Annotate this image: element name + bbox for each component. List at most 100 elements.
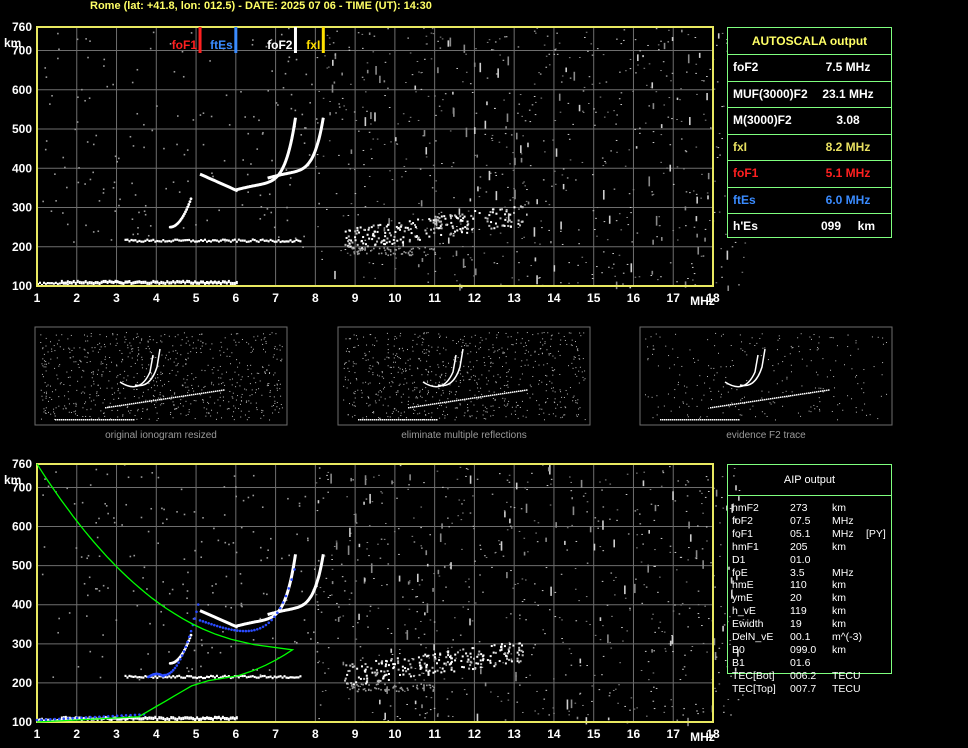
- thumbnail-dot: [272, 412, 274, 414]
- trace-dot: [140, 240, 143, 243]
- noise-dot: [560, 230, 562, 232]
- thumbnail-dot: [431, 412, 433, 414]
- trace-dot: [364, 249, 366, 251]
- noise-dot: [328, 140, 331, 142]
- noise-dot: [687, 34, 690, 36]
- thumbnail-dot: [455, 380, 457, 382]
- thumbnail-dot: [488, 395, 490, 397]
- noise-dot: [611, 267, 614, 269]
- trace-dot: [233, 281, 236, 286]
- noise-dot: [378, 474, 380, 476]
- trace-dot: [162, 239, 165, 242]
- thumbnail-dot: [113, 398, 115, 400]
- noise-dot: [626, 473, 629, 475]
- thumbnail-dot: [407, 359, 409, 361]
- y-tick-label: 100: [12, 715, 32, 729]
- noise-dot: [439, 257, 441, 259]
- noise-dot: [654, 631, 656, 633]
- thumbnail-dot: [494, 398, 496, 400]
- thumbnail-dot: [514, 410, 516, 412]
- trace-dot: [189, 197, 193, 201]
- thumbnail-dot: [147, 345, 149, 347]
- noise-dot: [647, 564, 649, 573]
- trace-dot: [68, 281, 71, 285]
- thumbnail-dot: [239, 362, 241, 364]
- noise-dot: [702, 711, 705, 713]
- trace-dot: [375, 687, 378, 690]
- thumbnail-dot: [818, 342, 820, 344]
- thumbnail-dot: [246, 341, 248, 343]
- aip-trace-dot: [175, 664, 179, 667]
- noise-dot: [86, 141, 89, 143]
- noise-dot: [701, 173, 703, 175]
- noise-dot: [377, 607, 380, 609]
- trace-dot: [174, 676, 177, 679]
- noise-dot: [322, 97, 325, 99]
- thumbnail-dot: [236, 382, 238, 384]
- trace-dot: [186, 279, 189, 284]
- thumbnail-dot: [213, 390, 215, 393]
- noise-dot: [701, 548, 704, 550]
- trace-dot: [166, 717, 169, 721]
- noise-dot: [391, 179, 394, 181]
- noise-dot: [717, 147, 720, 149]
- thumbnail-dot: [791, 347, 793, 349]
- thumbnail-dot: [502, 366, 504, 368]
- trace-dot: [198, 240, 201, 243]
- thumbnail-dot: [458, 399, 460, 401]
- thumbnail-dot: [455, 416, 457, 418]
- noise-dot: [525, 200, 528, 202]
- thumbnail-dot: [75, 410, 77, 412]
- noise-dot: [480, 548, 482, 550]
- thumbnail-dot: [819, 410, 821, 412]
- trace-dot: [344, 677, 347, 680]
- autoscala-row: foF1 5.1 MHz: [728, 161, 891, 188]
- thumbnail-dot: [764, 398, 766, 401]
- thumbnail-dot: [394, 338, 396, 340]
- trace-dot: [419, 666, 422, 669]
- noise-dot: [687, 481, 690, 483]
- noise-dot: [380, 491, 382, 493]
- trace-dot: [364, 690, 367, 692]
- thumbnail-dot: [428, 412, 430, 414]
- thumbnail-dot: [42, 376, 44, 378]
- noise-dot: [131, 81, 134, 84]
- thumbnail-dot: [187, 394, 189, 397]
- trace-dot: [459, 219, 462, 222]
- thumbnail-dot: [476, 396, 478, 399]
- thumbnail-dot: [464, 398, 466, 401]
- noise-dot: [318, 172, 320, 174]
- noise-dot: [703, 80, 705, 82]
- trace-dot: [362, 683, 364, 686]
- noise-dot: [44, 67, 47, 69]
- thumbnail-dot: [847, 395, 849, 397]
- thumbnail-dot: [828, 389, 830, 391]
- noise-dot: [610, 572, 613, 574]
- thumbnail-dot: [71, 350, 73, 352]
- thumbnail-dot: [241, 376, 243, 378]
- thumbnail-dot: [526, 332, 528, 334]
- trace-dot: [352, 683, 355, 686]
- noise-dot: [502, 59, 505, 61]
- noise-dot: [721, 497, 723, 499]
- noise-dot: [693, 226, 696, 228]
- thumbnail-dot: [214, 402, 216, 404]
- noise-dot: [132, 145, 135, 147]
- thumbnail-dot: [584, 370, 586, 372]
- thumbnail-dot: [251, 373, 253, 375]
- noise-dot: [693, 273, 696, 275]
- thumbnail-dot: [195, 376, 197, 378]
- trace-dot: [170, 716, 173, 720]
- thumbnail-dot: [75, 402, 77, 404]
- noise-dot: [613, 188, 616, 190]
- thumbnail-dot: [475, 417, 477, 419]
- thumbnail-dot: [126, 407, 128, 409]
- noise-dot: [682, 668, 684, 670]
- noise-dot: [539, 73, 542, 75]
- noise-dot: [612, 253, 614, 255]
- trace-dot: [130, 238, 133, 242]
- thumbnail-dot: [73, 347, 75, 349]
- noise-dot: [66, 223, 69, 226]
- thumbnail-dot: [155, 356, 157, 358]
- aip-trace-dot: [49, 718, 52, 721]
